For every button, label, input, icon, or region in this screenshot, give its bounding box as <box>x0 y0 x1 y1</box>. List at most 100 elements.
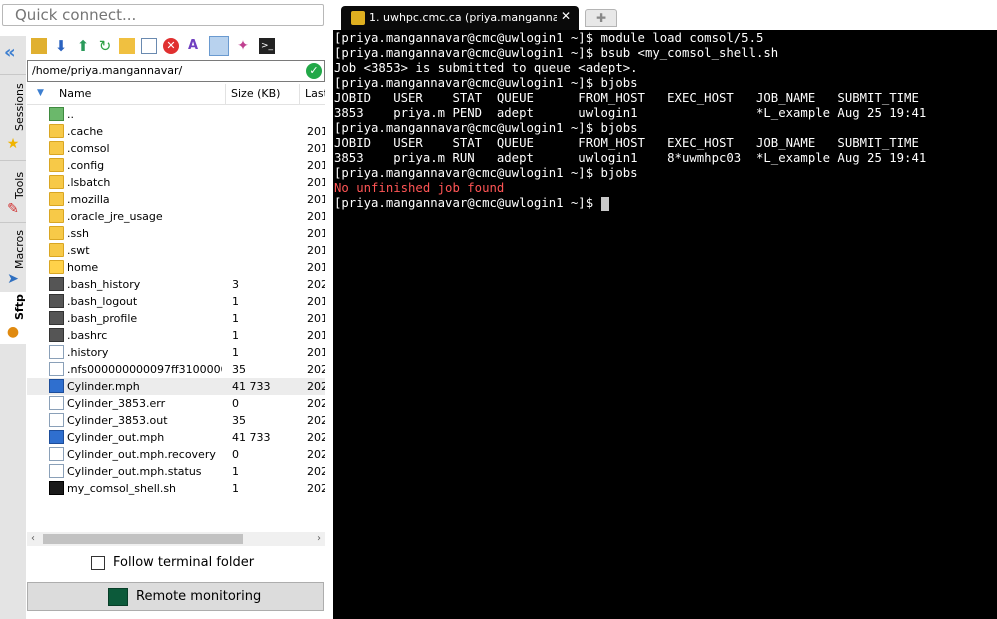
sftp-icon: ● <box>6 324 20 340</box>
permissions-icon[interactable] <box>209 36 229 56</box>
tab-sftp[interactable]: Sftp ● <box>0 292 26 344</box>
download-icon[interactable]: ⬇ <box>53 38 69 54</box>
terminal-line: [priya.mangannavar@cmc@uwlogin1 ~]$ <box>334 196 601 210</box>
terminal-line: 3853 priya.m RUN adept uwlogin1 8*uwmhpc… <box>334 151 927 165</box>
file-row[interactable]: .mozilla 2019 <box>27 191 325 208</box>
star-icon: ★ <box>6 136 20 152</box>
file-size: 35 <box>232 414 246 427</box>
remote-monitoring-button[interactable]: Remote monitoring <box>27 582 324 611</box>
checkmark-icon[interactable]: ✓ <box>306 63 322 79</box>
folder-icon <box>49 209 64 223</box>
tab-sessions[interactable]: Sessions <box>0 74 26 139</box>
upload-icon[interactable]: ⬆ <box>75 38 91 54</box>
new-file-icon[interactable] <box>141 38 157 54</box>
close-tab-icon[interactable]: ✕ <box>559 9 573 23</box>
file-last-modified: 2019 <box>307 125 325 138</box>
file-row[interactable]: .nfs000000000097ff3100000... 35 2020 <box>27 361 325 378</box>
file-last-modified: 2020 <box>307 397 325 410</box>
file-row[interactable]: .bash_profile 1 2019 <box>27 310 325 327</box>
new-folder-icon[interactable] <box>119 38 135 54</box>
file-last-modified: 2019 <box>307 193 325 206</box>
file-row[interactable]: .swt 2019 <box>27 242 325 259</box>
file-name: .bashrc <box>67 329 108 342</box>
file-row[interactable]: .oracle_jre_usage 2019 <box>27 208 325 225</box>
path-input[interactable] <box>28 61 306 80</box>
file-name: home <box>67 261 99 274</box>
file-row[interactable]: Cylinder_3853.err 0 2020 <box>27 395 325 412</box>
file-row[interactable]: .cache 2019 <box>27 123 325 140</box>
terminal-cursor <box>601 197 609 211</box>
column-last[interactable]: Last <box>305 87 325 100</box>
tab-macros-label: Macros <box>13 229 26 269</box>
document-icon <box>49 447 64 461</box>
tab-tools[interactable]: Tools ✎ <box>0 160 26 221</box>
file-row[interactable]: .history 1 2019 <box>27 344 325 361</box>
follow-terminal-folder[interactable]: Follow terminal folder <box>27 552 325 574</box>
scrollbar-thumb[interactable] <box>43 534 243 544</box>
file-size: 41 733 <box>232 431 271 444</box>
terminal-line: JOBID USER STAT QUEUE FROM_HOST EXEC_HOS… <box>334 91 919 105</box>
rename-icon[interactable]: A <box>185 38 201 54</box>
file-last-modified: 2019 <box>307 142 325 155</box>
collapse-sidebar-icon[interactable]: « <box>4 44 16 62</box>
file-name: .lsbatch <box>67 176 111 189</box>
file-name: .ssh <box>67 227 89 240</box>
column-size[interactable]: Size (KB) <box>231 87 280 100</box>
tab-macros[interactable]: Macros ➤ <box>0 222 26 291</box>
refresh-icon[interactable]: ↻ <box>97 38 113 54</box>
file-size: 1 <box>232 465 239 478</box>
file-name: .cache <box>67 125 104 138</box>
file-row[interactable]: Cylinder.mph 41 733 2020 <box>27 378 325 395</box>
magic-wand-icon[interactable]: ✦ <box>235 38 251 54</box>
file-row[interactable]: .. <box>27 106 325 123</box>
file-size: 35 <box>232 363 246 376</box>
new-tab-button[interactable]: ✚ <box>585 9 617 27</box>
file-row[interactable]: .config 2019 <box>27 157 325 174</box>
file-row[interactable]: .bash_logout 1 2019 <box>27 293 325 310</box>
file-last-modified: 2019 <box>307 329 325 342</box>
file-name: .swt <box>67 244 90 257</box>
file-size: 0 <box>232 448 239 461</box>
file-row[interactable]: .lsbatch 2019 <box>27 174 325 191</box>
file-row[interactable]: my_comsol_shell.sh 1 2020 <box>27 480 325 497</box>
follow-terminal-folder-checkbox[interactable] <box>91 556 105 570</box>
quick-connect-input[interactable] <box>2 4 324 26</box>
document-icon <box>49 396 64 410</box>
parent-folder-icon[interactable] <box>31 38 47 54</box>
terminal-tab[interactable]: 1. uwhpc.cmc.ca (priya.mangannavar) ✕ <box>341 6 579 30</box>
file-size: 1 <box>232 482 239 495</box>
file-last-modified: 2019 <box>307 210 325 223</box>
file-last-modified: 2019 <box>307 346 325 359</box>
file-row[interactable]: .bashrc 1 2019 <box>27 327 325 344</box>
file-last-modified: 2020 <box>307 414 325 427</box>
file-row[interactable]: .comsol 2019 <box>27 140 325 157</box>
file-row[interactable]: Cylinder_out.mph.status 1 2020 <box>27 463 325 480</box>
terminal-console[interactable]: [priya.mangannavar@cmc@uwlogin1 ~]$ modu… <box>333 30 997 619</box>
delete-icon[interactable]: ✕ <box>163 38 179 54</box>
file-name: Cylinder_out.mph.recovery <box>67 448 216 461</box>
tab-sessions-label: Sessions <box>13 83 26 131</box>
open-terminal-icon[interactable]: >_ <box>259 38 275 54</box>
file-row[interactable]: .bash_history 3 2020 <box>27 276 325 293</box>
file-row[interactable]: Cylinder_3853.out 35 2020 <box>27 412 325 429</box>
file-name: .mozilla <box>67 193 110 206</box>
column-name[interactable]: Name <box>59 87 91 100</box>
file-row[interactable]: .ssh 2019 <box>27 225 325 242</box>
file-list: ▼ Name Size (KB) Last ...cache2019.comso… <box>27 84 325 532</box>
tab-tools-label: Tools <box>13 171 26 199</box>
scroll-right-icon[interactable]: › <box>317 532 321 546</box>
session-icon <box>351 11 365 25</box>
folder-icon <box>49 192 64 206</box>
folder-icon <box>49 260 64 274</box>
file-row[interactable]: Cylinder_out.mph.recovery 0 2020 <box>27 446 325 463</box>
file-name: .history <box>67 346 109 359</box>
sort-down-icon[interactable]: ▼ <box>37 88 44 98</box>
scroll-left-icon[interactable]: ‹ <box>31 532 35 546</box>
terminal-line: JOBID USER STAT QUEUE FROM_HOST EXEC_HOS… <box>334 136 919 150</box>
terminal-line: [priya.mangannavar@cmc@uwlogin1 ~]$ bjob… <box>334 76 638 90</box>
file-row[interactable]: home 2019 <box>27 259 325 276</box>
terminal-line: Job <3853> is submitted to queue <adept>… <box>334 61 638 75</box>
tab-sftp-label: Sftp <box>13 294 26 320</box>
file-row[interactable]: Cylinder_out.mph 41 733 2020 <box>27 429 325 446</box>
horizontal-scrollbar[interactable]: ‹ › <box>27 532 325 546</box>
